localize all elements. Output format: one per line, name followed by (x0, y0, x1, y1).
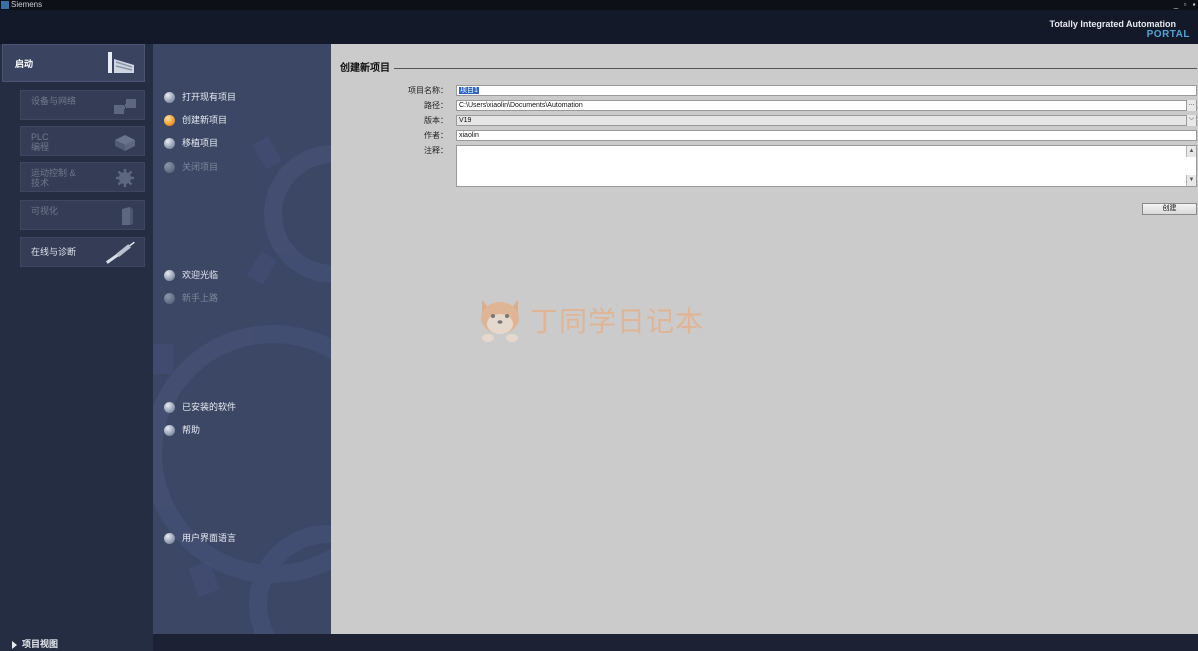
sidebar-item-online-diagnostics[interactable]: 在线与诊断 (20, 237, 145, 267)
author-value: xiaolin (459, 132, 479, 139)
project-name-value: 项目1 (459, 87, 479, 94)
bullet-icon (164, 402, 175, 413)
path-field[interactable]: C:\Users\xiaolin\Documents\Automation ..… (456, 100, 1197, 111)
maximize-button[interactable]: ▫ (1181, 0, 1189, 10)
bullet-icon (164, 425, 175, 436)
version-label: 版本： (424, 116, 448, 125)
sidebar-item-motion-control[interactable]: 运动控制 & 技术 (20, 162, 145, 192)
section-divider (340, 68, 1197, 69)
watermark-text: 丁同学日记本 (530, 305, 705, 338)
bottom-status-strip (153, 634, 1198, 651)
portal-sidebar: 启动 设备与网络 PLC 编程 运动控制 & 技术 可视化 在线与诊断 项目视图 (0, 44, 153, 651)
sidebar-item-label: PLC 编程 (31, 132, 50, 152)
path-value: C:\Users\xiaolin\Documents\Automation (459, 102, 583, 109)
sidebar-item-plc-programming[interactable]: PLC 编程 (20, 126, 145, 156)
scroll-down-icon[interactable]: ▼ (1186, 175, 1196, 186)
project-view-label: 项目视图 (22, 639, 59, 649)
close-button[interactable]: ▪ (1190, 0, 1198, 10)
diagnostics-probe-icon (105, 241, 135, 264)
sidebar-item-label: 启动 (15, 59, 34, 69)
sidebar-item-label: 设备与网络 (31, 96, 77, 106)
start-icon (108, 52, 134, 73)
brand-subtitle: PORTAL (1146, 29, 1190, 40)
sidebar-item-label: 运动控制 & 技术 (31, 168, 76, 188)
path-label: 路径： (424, 101, 448, 110)
bullet-icon (164, 138, 175, 149)
globe-icon (164, 533, 175, 544)
create-button[interactable]: 创建 (1142, 203, 1197, 215)
app-icon (1, 1, 9, 9)
author-label: 作者： (424, 131, 448, 140)
project-name-field[interactable]: 项目1 (456, 85, 1197, 96)
gear-icon (116, 169, 134, 187)
project-name-label: 项目名称： (408, 86, 448, 95)
shiba-dog-icon (481, 300, 519, 342)
triangle-right-icon (12, 640, 17, 649)
bullet-active-icon (164, 115, 175, 126)
action-panel: 打开现有项目 创建新项目 移植项目 关闭项目 欢迎光临 新手上路 已安装的软件 … (153, 44, 331, 634)
brand-title: Totally Integrated Automation (1049, 19, 1176, 29)
visualization-icon (122, 207, 133, 225)
project-view-link[interactable]: 项目视图 (12, 637, 58, 651)
sidebar-item-start[interactable]: 启动 (2, 44, 145, 82)
author-field[interactable]: xiaolin (456, 130, 1197, 141)
gear-background-graphic (153, 136, 331, 634)
sidebar-item-label: 在线与诊断 (31, 247, 77, 257)
version-value: V19 (459, 117, 472, 124)
title-bar: Siemens _ ▫ ▪ (0, 0, 1198, 10)
version-select[interactable]: V19 ⌵ (456, 115, 1197, 126)
chevron-down-icon[interactable]: ⌵ (1186, 115, 1196, 126)
devices-network-icon (114, 99, 136, 114)
scroll-up-icon[interactable]: ▲ (1186, 146, 1196, 157)
create-project-form: 创建新项目 项目名称： 项目1 路径： C:\Users\xiaolin\Doc… (331, 44, 1198, 634)
bullet-icon (164, 270, 175, 281)
browse-path-button[interactable]: ... (1186, 100, 1196, 111)
minimize-button[interactable]: _ (1172, 0, 1180, 10)
comment-label: 注释： (424, 146, 448, 155)
window-title: Siemens (11, 0, 43, 9)
bullet-icon (164, 92, 175, 103)
bullet-icon (164, 293, 175, 304)
form-title: 创建新项目 (340, 59, 394, 74)
comment-textarea[interactable]: ▲ ▼ (456, 145, 1197, 187)
sidebar-item-devices[interactable]: 设备与网络 (20, 90, 145, 120)
portal-header: Totally Integrated Automation PORTAL (0, 10, 1198, 44)
sidebar-item-visualization[interactable]: 可视化 (20, 200, 145, 230)
watermark: 丁同学日记本 (474, 292, 734, 344)
bullet-icon (164, 162, 175, 173)
tia-portal-window: Siemens _ ▫ ▪ Totally Integrated Automat… (0, 0, 1198, 651)
sidebar-item-label: 可视化 (31, 206, 59, 216)
plc-programming-icon (115, 135, 135, 151)
